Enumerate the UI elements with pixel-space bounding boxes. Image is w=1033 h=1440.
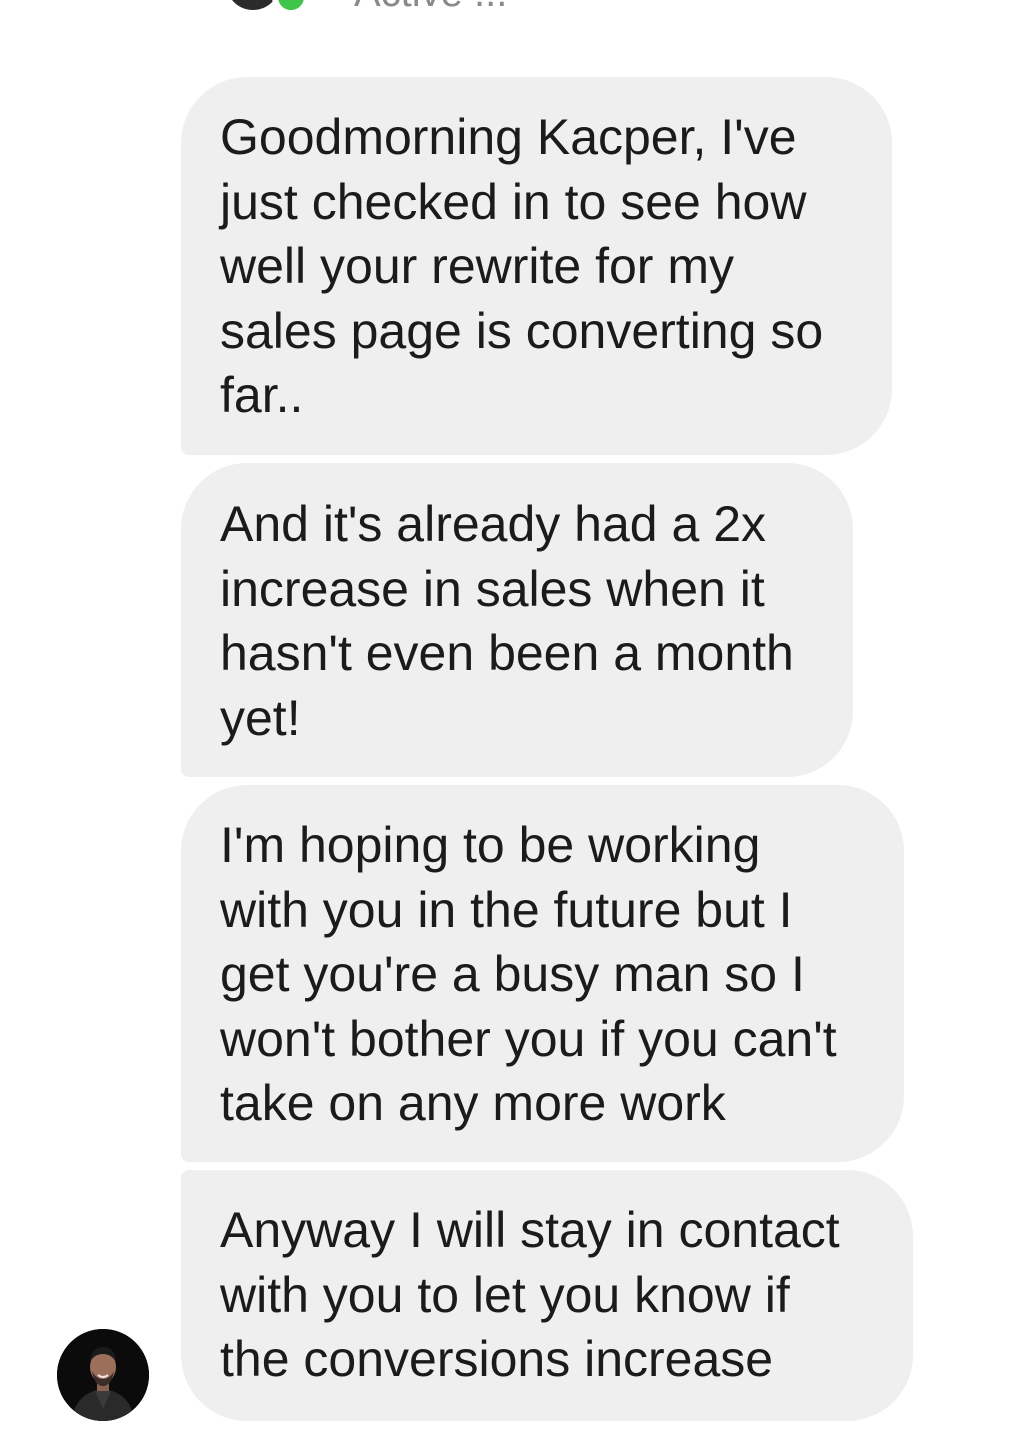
- message-line: And it's already had a 2x: [220, 496, 766, 552]
- message-line: yet!: [220, 689, 301, 746]
- message-line: the conversions increase: [220, 1331, 774, 1387]
- conversation-header: Active ...: [0, 0, 1033, 20]
- active-status-text: Active ...: [354, 0, 507, 13]
- message-line: just checked in to see how: [220, 173, 807, 230]
- message-line: take on any more work: [220, 1075, 726, 1131]
- message-bubble[interactable]: Goodmorning Kacper, I've just checked in…: [181, 77, 892, 455]
- message-line: hasn't even been a month: [220, 625, 794, 681]
- message-line: increase in sales when it: [220, 560, 765, 617]
- message-bubble[interactable]: And it's already had a 2x increase in sa…: [181, 463, 853, 777]
- sender-avatar[interactable]: [57, 1329, 149, 1421]
- message-line: far..: [220, 367, 304, 423]
- message-line: Goodmorning Kacper, I've: [220, 109, 797, 165]
- message-line: well your rewrite for my: [220, 238, 734, 294]
- message-line: Anyway I will stay in contact: [220, 1202, 840, 1258]
- message-bubble[interactable]: I'm hoping to be working with you in the…: [181, 785, 904, 1162]
- message-line: I'm hoping to be working: [220, 817, 761, 873]
- online-status-icon: [272, 0, 310, 16]
- message-line: with you in the future but I: [220, 881, 793, 938]
- chat-screen: Active ... Goodmorning Kacper, I've just…: [0, 0, 1033, 1440]
- sender-portrait-icon: [57, 1329, 149, 1421]
- message-line: won't bother you if you can't: [220, 1010, 837, 1067]
- message-bubble[interactable]: Anyway I will stay in contact with you t…: [181, 1170, 913, 1421]
- message-line: get you're a busy man so I: [220, 946, 805, 1002]
- message-line: sales page is converting so: [220, 302, 824, 359]
- message-line: with you to let you know if: [220, 1266, 790, 1323]
